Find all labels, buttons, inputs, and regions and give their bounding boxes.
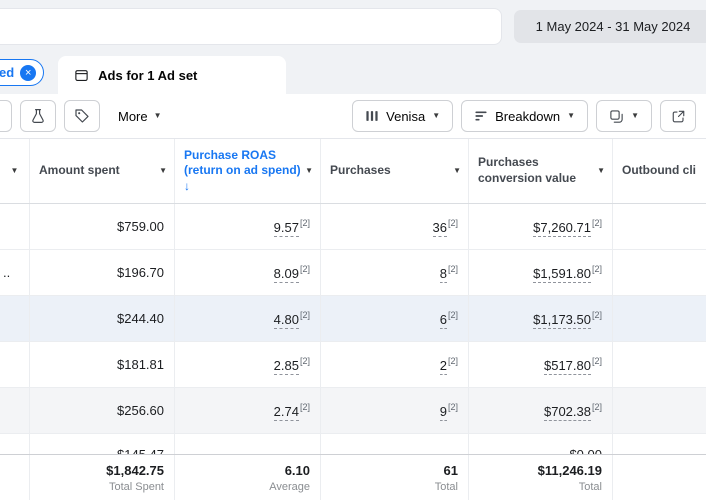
totals-purchase-roas: 6.10 Average xyxy=(175,455,321,500)
purchase-roas-cell[interactable]: 8.09[2] xyxy=(175,250,321,295)
purchases-cell[interactable]: 6[2] xyxy=(321,296,469,341)
chevron-down-icon: ▼ xyxy=(567,111,576,120)
conversion-value-cell[interactable]: $517.80[2] xyxy=(469,342,613,387)
columns-dropdown[interactable]: Venisa ▼ xyxy=(352,100,454,132)
conversion-value-cell[interactable]: $7,260.71[2] xyxy=(469,204,613,249)
tab-ads-for-ad-set[interactable]: Ads for 1 Ad set xyxy=(58,56,287,94)
purchases-cell xyxy=(321,434,469,454)
reports-dropdown[interactable]: ▼ xyxy=(596,100,652,132)
conversion-value-cell[interactable]: $0.00 xyxy=(469,434,613,454)
table-row[interactable]: $256.60 2.74[2] 9[2] $702.38[2] xyxy=(0,388,706,434)
filter-chip[interactable]: ed × xyxy=(0,59,45,86)
breakdown-label: Breakdown xyxy=(495,108,561,124)
ads-tab-icon xyxy=(74,68,89,83)
row-name-cell xyxy=(0,342,30,387)
outbound-clicks-cell xyxy=(613,434,706,454)
top-bar: 1 May 2024 - 31 May 2024 xyxy=(0,0,706,52)
totals-outbound-clicks xyxy=(613,455,706,500)
totals-row: $1,842.75 Total Spent 6.10 Average 61 To… xyxy=(0,454,706,500)
conversion-value-cell[interactable]: $702.38[2] xyxy=(469,388,613,433)
conversion-value-cell[interactable]: $1,173.50[2] xyxy=(469,296,613,341)
outbound-clicks-cell xyxy=(613,204,706,249)
purchases-cell[interactable]: 36[2] xyxy=(321,204,469,249)
tab-label: Ads for 1 Ad set xyxy=(98,67,198,83)
export-button[interactable] xyxy=(660,100,696,132)
column-header-amount-spent[interactable]: Amount spent ▼ xyxy=(30,139,175,203)
amount-spent-cell: $196.70 xyxy=(30,250,175,295)
column-header-purchases[interactable]: Purchases ▼ xyxy=(321,139,469,203)
purchase-roas-cell[interactable]: 9.57[2] xyxy=(175,204,321,249)
purchases-cell[interactable]: 9[2] xyxy=(321,388,469,433)
column-header-purchase-roas[interactable]: Purchase ROAS (return on ad spend) ↓ ▼ xyxy=(175,139,321,203)
purchase-roas-cell[interactable]: 2.85[2] xyxy=(175,342,321,387)
chevron-down-icon: ▼ xyxy=(10,166,19,175)
amount-spent-cell: $181.81 xyxy=(30,342,175,387)
outbound-clicks-cell xyxy=(613,250,706,295)
totals-name-cell xyxy=(0,455,30,500)
row-name-cell xyxy=(0,296,30,341)
columns-icon xyxy=(365,109,379,123)
chevron-down-icon: ▼ xyxy=(153,111,162,120)
table-row-clipped[interactable]: $145.47 $0.00 xyxy=(0,434,706,454)
search-filter-bar[interactable] xyxy=(0,7,502,45)
row-name-cell xyxy=(0,204,30,249)
table-header-row: ▼ Amount spent ▼ Purchase ROAS (return o… xyxy=(0,139,706,204)
row-name-cell xyxy=(0,434,30,454)
chevron-down-icon: ▼ xyxy=(305,166,313,175)
row-name-cell xyxy=(0,388,30,433)
table-row[interactable]: .. $196.70 8.09[2] 8[2] $1,591.80[2] xyxy=(0,250,706,296)
purchase-roas-cell[interactable]: 4.80[2] xyxy=(175,296,321,341)
date-range-selector[interactable]: 1 May 2024 - 31 May 2024 xyxy=(514,9,706,43)
chevron-down-icon: ▼ xyxy=(432,111,441,120)
amount-spent-cell: $256.60 xyxy=(30,388,175,433)
outbound-clicks-cell xyxy=(613,388,706,433)
clipped-toolbar-button[interactable] xyxy=(0,100,12,132)
table-row[interactable]: $244.40 4.80[2] 6[2] $1,173.50[2] xyxy=(0,296,706,342)
breakdown-dropdown[interactable]: Breakdown ▼ xyxy=(461,100,589,132)
date-range-label: 1 May 2024 - 31 May 2024 xyxy=(535,18,691,34)
chevron-down-icon: ▼ xyxy=(631,111,639,120)
tag-icon xyxy=(74,108,90,124)
content-area: More ▼ Venisa ▼ Breakdown ▼ ▼ ▼ Amount s… xyxy=(0,94,706,500)
chevron-down-icon: ▼ xyxy=(597,166,605,175)
toolbar: More ▼ Venisa ▼ Breakdown ▼ ▼ xyxy=(0,94,706,139)
totals-conversion-value: $11,246.19 Total xyxy=(469,455,613,500)
outbound-clicks-cell xyxy=(613,342,706,387)
duplicate-icon xyxy=(609,109,624,124)
totals-amount-spent: $1,842.75 Total Spent xyxy=(30,455,175,500)
export-icon xyxy=(671,109,686,124)
column-header-outbound-clicks[interactable]: Outbound cli xyxy=(613,139,706,203)
column-header-name[interactable]: ▼ xyxy=(0,139,30,203)
ads-manager-screen: 1 May 2024 - 31 May 2024 ed × Ads for 1 … xyxy=(0,0,706,500)
totals-purchases: 61 Total xyxy=(321,455,469,500)
tab-bar: ed × Ads for 1 Ad set xyxy=(0,52,706,94)
purchases-cell[interactable]: 8[2] xyxy=(321,250,469,295)
conversion-value-cell[interactable]: $1,591.80[2] xyxy=(469,250,613,295)
column-header-conversion-value[interactable]: Purchases conversion value ▼ xyxy=(469,139,613,203)
more-label: More xyxy=(118,108,148,124)
amount-spent-cell: $244.40 xyxy=(30,296,175,341)
close-icon[interactable]: × xyxy=(20,64,37,81)
tag-button[interactable] xyxy=(64,100,100,132)
chevron-down-icon: ▼ xyxy=(453,166,461,175)
ab-test-button[interactable] xyxy=(20,100,56,132)
filter-chip-label: ed xyxy=(0,65,15,80)
table-row[interactable]: $759.00 9.57[2] 36[2] $7,260.71[2] xyxy=(0,204,706,250)
table-row[interactable]: $181.81 2.85[2] 2[2] $517.80[2] xyxy=(0,342,706,388)
purchase-roas-cell[interactable]: 2.74[2] xyxy=(175,388,321,433)
purchase-roas-cell xyxy=(175,434,321,454)
chevron-down-icon: ▼ xyxy=(159,166,167,175)
amount-spent-cell: $145.47 xyxy=(30,434,175,454)
amount-spent-cell: $759.00 xyxy=(30,204,175,249)
purchases-cell[interactable]: 2[2] xyxy=(321,342,469,387)
more-button[interactable]: More ▼ xyxy=(108,100,172,132)
columns-label: Venisa xyxy=(386,108,426,124)
outbound-clicks-cell xyxy=(613,296,706,341)
breakdown-icon xyxy=(474,109,488,123)
row-name-cell: .. xyxy=(0,250,30,295)
flask-icon xyxy=(30,108,46,124)
